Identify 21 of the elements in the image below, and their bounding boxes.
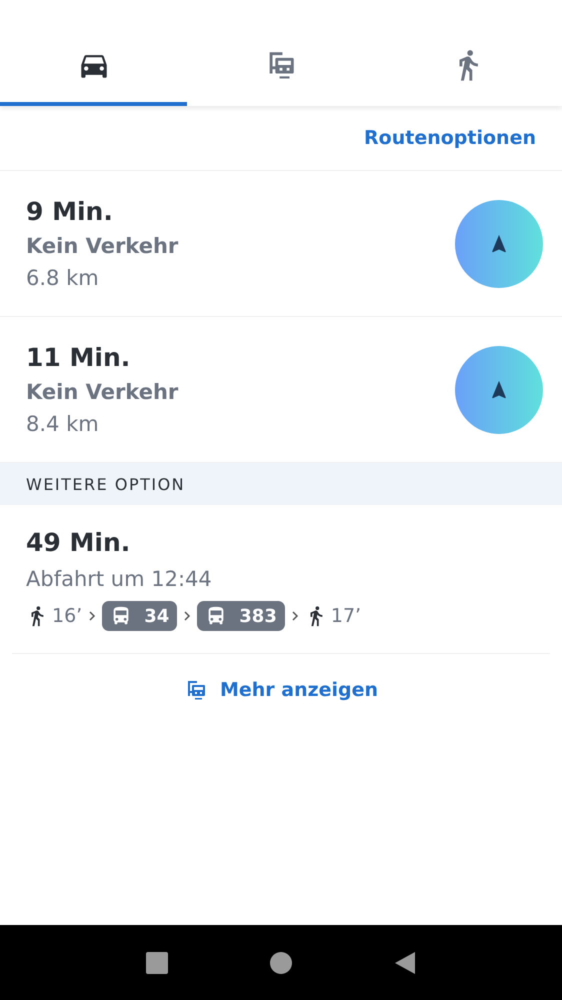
route-duration: 49 Min.: [26, 527, 132, 559]
walk-duration: 17’: [330, 605, 362, 627]
traffic-status: Kein Verkehr: [26, 378, 178, 406]
traffic-status: Kein Verkehr: [26, 232, 178, 260]
section-header: WEITERE OPTION: [0, 463, 562, 505]
recent-apps-icon[interactable]: [145, 950, 169, 974]
back-icon[interactable]: [393, 950, 417, 974]
route-distance: 8.4 km: [26, 410, 100, 438]
route-duration: 11 Min.: [26, 342, 132, 374]
chevron-icon: [88, 610, 96, 622]
bus-line-badge: 34: [102, 601, 178, 631]
chevron-icon: [290, 610, 299, 622]
bus-line-badge: 383: [197, 601, 285, 631]
show-more-link[interactable]: Mehr anzeigen: [184, 678, 378, 702]
route-options-link[interactable]: Routenoptionen: [364, 127, 536, 149]
route-distance: 6.8 km: [26, 264, 100, 292]
walk-duration: 16’: [52, 605, 82, 627]
home-icon[interactable]: [269, 950, 293, 974]
route-duration: 9 Min.: [26, 196, 114, 228]
chevron-icon: [183, 610, 192, 622]
departure-time: Abfahrt um 12:44: [26, 566, 213, 593]
